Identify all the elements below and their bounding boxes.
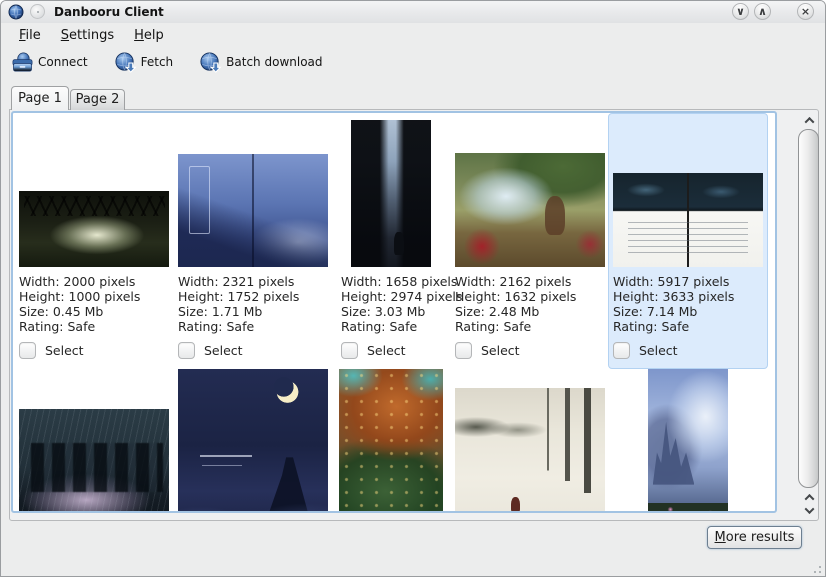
resize-grip[interactable] (810, 562, 822, 574)
size-label: Size: 7.14 Mb (613, 304, 734, 319)
size-label: Size: 1.71 Mb (178, 304, 299, 319)
select-label: Select (639, 343, 678, 358)
height-label: Height: 1632 pixels (455, 289, 576, 304)
scrollbar-thumb[interactable] (798, 129, 819, 488)
scrollbar-up-arrow-icon[interactable] (799, 113, 819, 127)
fetch-label: Fetch (141, 55, 174, 69)
more-results-button[interactable]: More results (707, 526, 802, 549)
more-results-label: More results (708, 527, 801, 548)
card-2-select-row: Select (178, 342, 243, 359)
card-3-meta: Width: 1658 pixels Height: 2974 pixels S… (341, 274, 462, 334)
tab-page-2[interactable]: Page 2 (70, 89, 125, 110)
globe-download-icon (114, 51, 137, 74)
select-checkbox[interactable] (341, 342, 358, 359)
drawer-connect-icon (11, 51, 34, 74)
select-label: Select (367, 343, 406, 358)
height-label: Height: 2974 pixels (341, 289, 462, 304)
app-window: Danbooru Client ∨ ∧ × File Settings Help (0, 0, 826, 577)
thumbnail-colorful-cliff-city[interactable] (339, 369, 443, 513)
card-4-select-row: Select (455, 342, 520, 359)
thumbnail-fantasy-castle-bridge[interactable] (648, 369, 728, 513)
menubar: File Settings Help (1, 23, 825, 47)
rating-label: Rating: Safe (178, 319, 299, 334)
rating-label: Rating: Safe (613, 319, 734, 334)
batch-download-button[interactable]: Batch download (195, 49, 326, 76)
select-checkbox[interactable] (455, 342, 472, 359)
width-label: Width: 2162 pixels (455, 274, 576, 289)
select-label: Select (481, 343, 520, 358)
size-label: Size: 2.48 Mb (455, 304, 576, 319)
thumbnail-warehouse-interior[interactable] (19, 191, 169, 267)
thumbnail-dark-alley[interactable] (351, 120, 431, 267)
card-3-select-row: Select (341, 342, 406, 359)
menu-settings[interactable]: Settings (51, 26, 124, 45)
rating-label: Rating: Safe (341, 319, 462, 334)
globe-download-icon (199, 51, 222, 74)
titlebar: Danbooru Client ∨ ∧ × (1, 1, 825, 23)
window-menu-icon (30, 4, 45, 19)
window-title: Danbooru Client (54, 5, 164, 19)
rating-label: Rating: Safe (19, 319, 140, 334)
toolbar: Connect Fetch Batch download (1, 47, 825, 77)
scrollbar-up-arrow-icon[interactable] (799, 490, 819, 504)
thumbnail-fantasy-painting[interactable] (455, 153, 605, 267)
width-label: Width: 5917 pixels (613, 274, 734, 289)
size-label: Size: 3.03 Mb (341, 304, 462, 319)
rating-label: Rating: Safe (455, 319, 576, 334)
card-5-meta: Width: 5917 pixels Height: 3633 pixels S… (613, 274, 734, 334)
card-5-select-row: Select (613, 342, 678, 359)
select-label: Select (204, 343, 243, 358)
thumbnail-comic-spread[interactable] (613, 173, 763, 267)
thumbnail-crescent-moon-power-tower[interactable] (178, 369, 328, 513)
menu-help[interactable]: Help (124, 26, 174, 45)
connect-label: Connect (38, 55, 88, 69)
menu-file[interactable]: File (9, 26, 51, 45)
size-label: Size: 0.45 Mb (19, 304, 140, 319)
connect-button[interactable]: Connect (7, 49, 92, 76)
batch-download-label: Batch download (226, 55, 322, 69)
card-2-meta: Width: 2321 pixels Height: 1752 pixels S… (178, 274, 299, 334)
height-label: Height: 1752 pixels (178, 289, 299, 304)
select-checkbox[interactable] (19, 342, 36, 359)
height-label: Height: 1000 pixels (19, 289, 140, 304)
app-globe-icon[interactable] (8, 4, 24, 20)
close-button[interactable]: × (797, 3, 814, 20)
card-4-meta: Width: 2162 pixels Height: 1632 pixels S… (455, 274, 576, 334)
thumbnail-night-rooftops[interactable] (178, 154, 328, 267)
thumbnail-snowy-forest-girl[interactable] (455, 388, 605, 513)
width-label: Width: 2321 pixels (178, 274, 299, 289)
select-checkbox[interactable] (613, 342, 630, 359)
minimize-button[interactable]: ∨ (732, 3, 749, 20)
scrollbar-down-arrow-icon[interactable] (799, 503, 819, 517)
select-checkbox[interactable] (178, 342, 195, 359)
select-label: Select (45, 343, 84, 358)
thumbnail-grid-viewport: Width: 2000 pixels Height: 1000 pixels S… (11, 111, 777, 513)
height-label: Height: 3633 pixels (613, 289, 734, 304)
maximize-button[interactable]: ∧ (754, 3, 771, 20)
card-1-meta: Width: 2000 pixels Height: 1000 pixels S… (19, 274, 140, 334)
fetch-button[interactable]: Fetch (110, 49, 178, 76)
thumbnail-rainy-city-skyline[interactable] (19, 409, 169, 513)
tab-page-1[interactable]: Page 1 (11, 86, 69, 110)
width-label: Width: 2000 pixels (19, 274, 140, 289)
width-label: Width: 1658 pixels (341, 274, 462, 289)
card-1-select-row: Select (19, 342, 84, 359)
results-panel: Width: 2000 pixels Height: 1000 pixels S… (9, 109, 819, 521)
